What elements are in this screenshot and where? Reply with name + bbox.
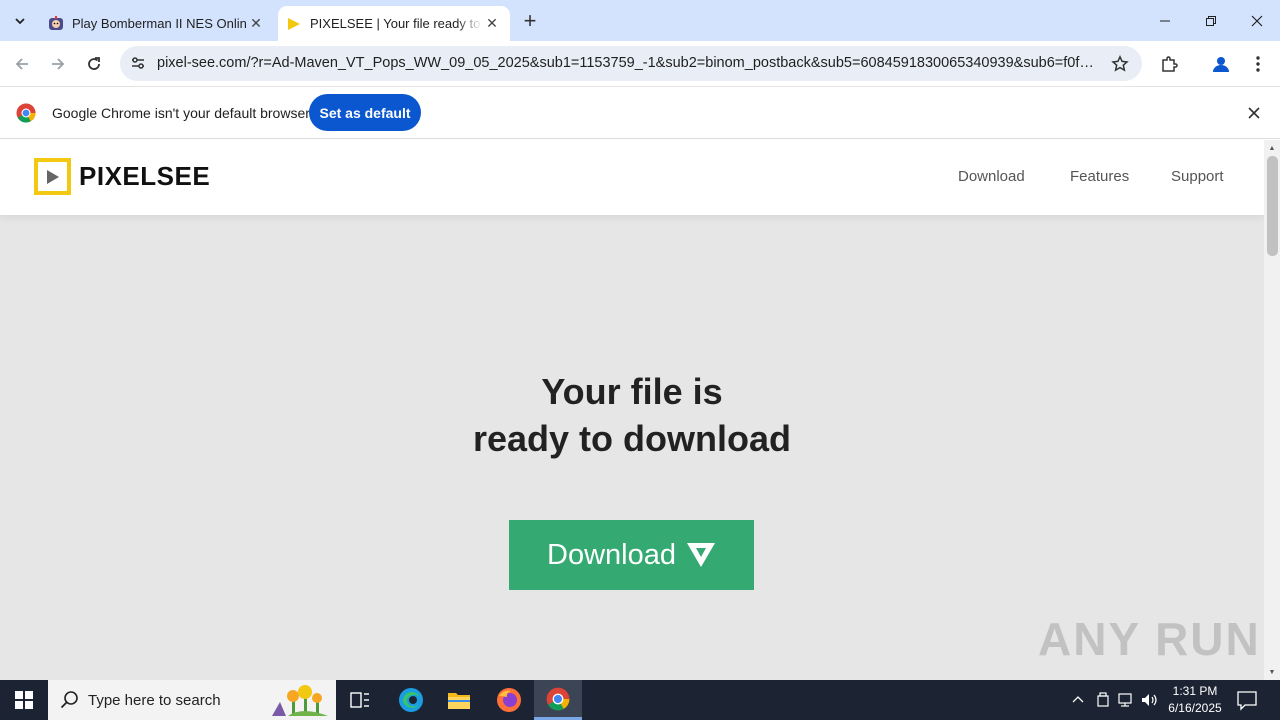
bomberman-favicon-icon: [48, 15, 64, 32]
windows-taskbar: Type here to search 1:31 PM 6/16/2025: [0, 680, 1280, 720]
minimize-button[interactable]: [1142, 0, 1188, 41]
windows-logo-icon: [15, 691, 33, 709]
kebab-menu-icon: [1256, 56, 1260, 72]
anyrun-watermark: ANY RUN: [1038, 613, 1261, 665]
site-info-icon[interactable]: [128, 53, 148, 73]
clock-date: 6/16/2025: [1168, 701, 1222, 715]
site-logo[interactable]: PIXELSEE: [34, 158, 210, 195]
firefox-taskbar-button[interactable]: [485, 680, 533, 720]
browser-toolbar: pixel-see.com/?r=Ad-Maven_VT_Pops_WW_09_…: [0, 41, 1280, 87]
start-button[interactable]: [0, 680, 48, 720]
close-icon: [1248, 107, 1260, 119]
tray-overflow-button[interactable]: [1068, 690, 1088, 710]
tray-device-button[interactable]: [1093, 690, 1113, 710]
taskbar-clock[interactable]: 1:31 PM 6/16/2025: [1166, 683, 1224, 717]
chrome-icon: [546, 687, 570, 710]
hero-heading: Your file is ready to download: [0, 368, 1264, 462]
close-window-button[interactable]: [1234, 0, 1280, 41]
brand-name: PIXELSEE: [79, 161, 211, 191]
scroll-up-arrow-icon[interactable]: ▲: [1267, 143, 1277, 153]
firefox-icon: [497, 688, 521, 712]
infobar-message: Google Chrome isn't your default browser: [52, 105, 310, 121]
new-tab-button[interactable]: +: [518, 8, 542, 33]
profile-avatar-icon: [1213, 57, 1229, 72]
tab-title: PIXELSEE | Your file ready to download: [310, 16, 482, 31]
page-viewport: PIXELSEE Download Features Support Your …: [0, 140, 1264, 680]
pixelsee-favicon-icon: [286, 16, 302, 32]
nav-features[interactable]: Features: [1070, 168, 1129, 185]
profile-button[interactable]: [1208, 51, 1234, 77]
tab-strip: Play Bomberman II NES Online ✕ PIXELSEE …: [0, 0, 1280, 41]
chrome-menu-button[interactable]: [1245, 51, 1271, 77]
tray-volume-button[interactable]: [1140, 690, 1160, 710]
chrome-logo-icon: [16, 103, 36, 123]
network-icon: [1118, 693, 1132, 707]
download-button-label: Download: [547, 538, 676, 571]
nav-support[interactable]: Support: [1171, 168, 1224, 185]
site-header: PIXELSEE Download Features Support: [0, 140, 1264, 215]
restore-icon: [1206, 15, 1216, 26]
back-button[interactable]: [8, 50, 36, 78]
tab-search-button[interactable]: [6, 7, 34, 35]
flowers-decoration-icon: [272, 685, 328, 716]
scroll-down-arrow-icon[interactable]: ▼: [1267, 667, 1277, 677]
page-scrollbar[interactable]: ▲ ▼: [1264, 140, 1280, 680]
url-text[interactable]: pixel-see.com/?r=Ad-Maven_VT_Pops_WW_09_…: [157, 55, 1095, 71]
play-logo-icon: [34, 158, 71, 195]
restore-button[interactable]: [1188, 0, 1234, 41]
usb-device-icon: [1097, 692, 1109, 707]
close-tab-icon[interactable]: ✕: [482, 14, 502, 34]
speaker-icon: [1142, 694, 1157, 706]
edge-taskbar-button[interactable]: [387, 680, 435, 720]
chrome-taskbar-button[interactable]: [534, 680, 582, 720]
reload-icon: [88, 57, 100, 70]
puzzle-icon: [1162, 56, 1178, 72]
bookmark-star-icon[interactable]: [1110, 54, 1130, 74]
task-view-icon: [350, 692, 369, 708]
minimize-icon: [1160, 20, 1170, 21]
tab-bomberman[interactable]: Play Bomberman II NES Online ✕: [38, 6, 274, 41]
search-placeholder: Type here to search: [88, 691, 221, 709]
download-arrow-icon: [686, 542, 716, 568]
search-icon: [60, 691, 78, 709]
hero-line-1: Your file is: [541, 371, 723, 412]
chevron-down-icon: [15, 18, 25, 25]
reload-button[interactable]: [80, 50, 108, 78]
default-browser-infobar: Google Chrome isn't your default browser…: [0, 87, 1280, 139]
address-bar[interactable]: pixel-see.com/?r=Ad-Maven_VT_Pops_WW_09_…: [120, 46, 1142, 81]
file-explorer-taskbar-button[interactable]: [435, 680, 483, 720]
clock-time: 1:31 PM: [1172, 684, 1218, 698]
infobar-close-button[interactable]: [1244, 103, 1264, 123]
extensions-button[interactable]: [1156, 51, 1182, 77]
chevron-up-icon: [1072, 696, 1084, 703]
task-view-button[interactable]: [336, 680, 384, 720]
scrollbar-thumb[interactable]: [1267, 156, 1278, 256]
tray-network-button[interactable]: [1116, 690, 1136, 710]
notification-center-icon[interactable]: [1236, 689, 1258, 711]
tab-title: Play Bomberman II NES Online: [72, 16, 246, 31]
forward-button[interactable]: [44, 50, 72, 78]
folder-icon: [448, 693, 470, 709]
edge-icon: [399, 688, 423, 712]
tab-pixelsee[interactable]: PIXELSEE | Your file ready to download ✕: [278, 6, 510, 41]
close-tab-icon[interactable]: ✕: [246, 14, 266, 34]
hero-line-2: ready to download: [472, 418, 792, 459]
download-button[interactable]: Download: [509, 520, 754, 590]
set-as-default-button[interactable]: Set as default: [309, 94, 421, 131]
back-arrow-icon: [15, 58, 28, 70]
nav-download[interactable]: Download: [958, 168, 1025, 185]
taskbar-search-box[interactable]: Type here to search: [48, 680, 336, 720]
forward-arrow-icon: [52, 58, 65, 70]
close-icon: [1251, 15, 1263, 26]
